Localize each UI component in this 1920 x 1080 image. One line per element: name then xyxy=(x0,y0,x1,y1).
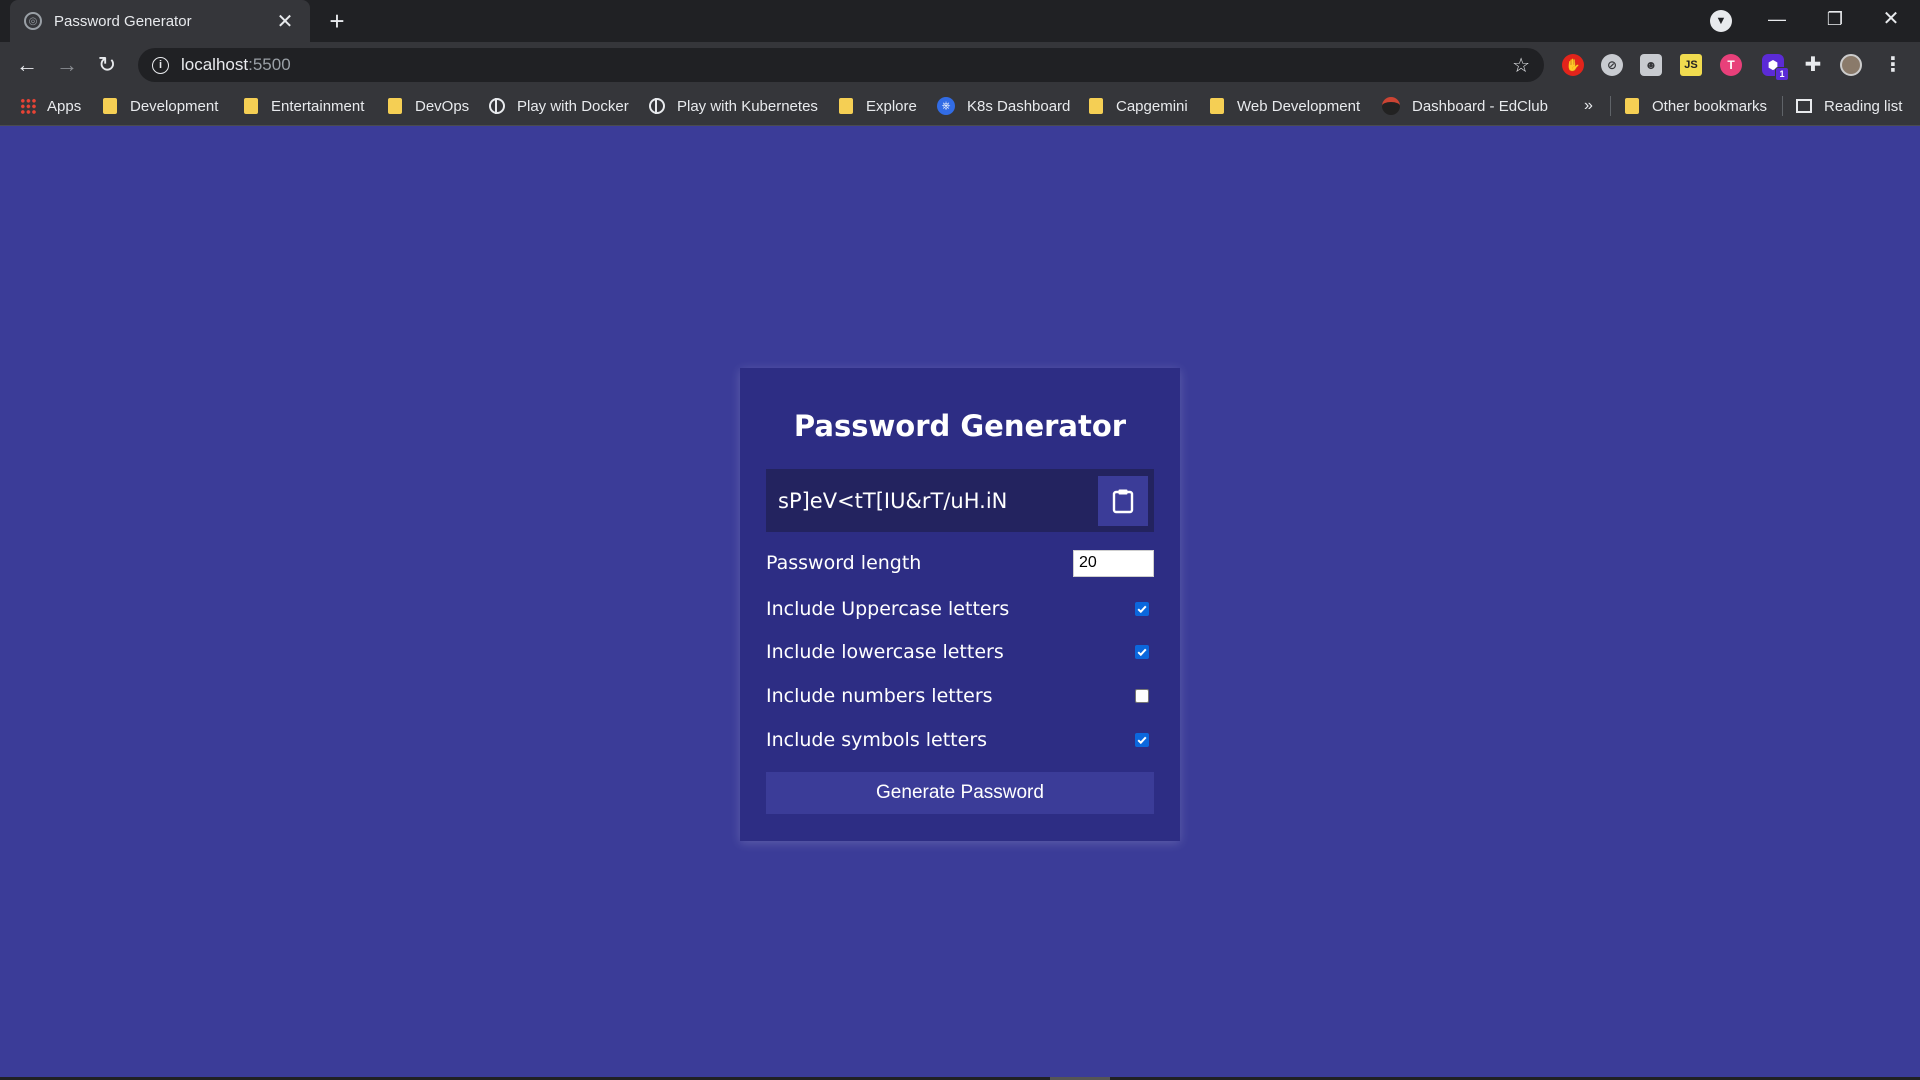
bookmark-label: Play with Docker xyxy=(517,97,629,115)
bookmark-label: DevOps xyxy=(415,97,470,115)
forward-arrow-icon[interactable]: → xyxy=(52,50,82,80)
browser-tab-strip: ◎ Password Generator ✕ + ▼ — ❐ ✕ xyxy=(0,0,1920,42)
lowercase-checkbox[interactable] xyxy=(1135,645,1149,659)
symbols-setting: Include symbols letters xyxy=(766,726,1154,754)
bookmark-dashboard-edclub[interactable]: Dashboard - EdClub xyxy=(1382,88,1548,124)
site-info-icon[interactable]: i xyxy=(152,56,169,74)
bookmarks-divider xyxy=(1610,96,1611,116)
clipboard-icon xyxy=(1112,489,1134,513)
uppercase-label: Include Uppercase letters xyxy=(766,598,1010,620)
bookmark-label: K8s Dashboard xyxy=(967,97,1071,115)
close-window-button[interactable]: ✕ xyxy=(1862,0,1920,40)
browser-tab[interactable]: ◎ Password Generator ✕ xyxy=(10,0,310,42)
bookmarks-bar: Apps Development Entertainment DevOps Pl… xyxy=(0,88,1920,126)
t-extension-icon[interactable]: T xyxy=(1720,54,1742,76)
address-bar[interactable]: i localhost:5500 ☆ xyxy=(138,48,1544,82)
checkmark-icon xyxy=(1137,736,1147,745)
bookmarks-overflow-button[interactable]: » xyxy=(1584,88,1593,124)
uppercase-checkbox[interactable] xyxy=(1135,602,1149,616)
browser-toolbar: ← → ↻ i localhost:5500 ☆ ✋ ⊘ ☻ JS T ⬢ 1 ✚… xyxy=(0,42,1920,88)
edclub-icon xyxy=(1382,97,1400,115)
password-generator-card: Password Generator sP]eV<tT[IU&rT/uH.iN … xyxy=(740,368,1180,841)
ghost-extension-icon[interactable]: ☻ xyxy=(1640,54,1662,76)
bookmark-apps[interactable]: Apps xyxy=(20,88,81,124)
new-tab-button[interactable]: + xyxy=(322,6,352,36)
symbols-checkbox[interactable] xyxy=(1135,733,1149,747)
bookmark-label: Dashboard - EdClub xyxy=(1412,97,1548,115)
tab-close-icon[interactable]: ✕ xyxy=(274,9,296,34)
bookmark-label: Apps xyxy=(47,97,82,115)
bookmark-entertainment[interactable]: Entertainment xyxy=(244,88,364,124)
password-length-setting: Password length xyxy=(766,549,1154,577)
profile-avatar[interactable] xyxy=(1840,54,1862,76)
reload-icon[interactable]: ↻ xyxy=(92,50,122,80)
url-host: localhost xyxy=(181,55,249,74)
password-result-container: sP]eV<tT[IU&rT/uH.iN xyxy=(766,469,1154,532)
bookmark-label: Play with Kubernetes xyxy=(677,97,818,115)
kubernetes-icon: ⎈ xyxy=(937,97,955,115)
bookmarks-divider xyxy=(1782,96,1783,116)
bookmark-capgemini[interactable]: Capgemini xyxy=(1089,88,1188,124)
symbols-label: Include symbols letters xyxy=(766,729,988,751)
js-extension-icon[interactable]: JS xyxy=(1680,54,1702,76)
bookmark-other-bookmarks[interactable]: Other bookmarks xyxy=(1625,88,1767,124)
folder-icon xyxy=(1089,98,1103,114)
hexagon-extension-icon[interactable]: ⬢ 1 xyxy=(1762,54,1789,81)
bookmark-play-with-kubernetes[interactable]: Play with Kubernetes xyxy=(649,88,818,124)
numbers-checkbox[interactable] xyxy=(1135,689,1149,703)
bookmark-play-with-docker[interactable]: Play with Docker xyxy=(489,88,629,124)
bookmark-label: Web Development xyxy=(1237,97,1361,115)
copy-to-clipboard-button[interactable] xyxy=(1098,475,1148,526)
generate-password-button[interactable]: Generate Password xyxy=(766,772,1154,814)
numbers-setting: Include numbers letters xyxy=(766,682,1154,710)
uppercase-setting: Include Uppercase letters xyxy=(766,595,1154,623)
generated-password: sP]eV<tT[IU&rT/uH.iN xyxy=(778,488,1008,513)
extension-badge: 1 xyxy=(1775,67,1789,81)
browser-menu-icon[interactable]: ⋮ xyxy=(1882,54,1904,76)
folder-icon xyxy=(244,98,258,114)
bookmark-label: Development xyxy=(130,97,219,115)
bookmark-devops[interactable]: DevOps xyxy=(388,88,469,124)
bookmark-k8s-dashboard[interactable]: ⎈ K8s Dashboard xyxy=(937,88,1070,124)
reading-list-button[interactable]: Reading list xyxy=(1796,88,1902,124)
apps-grid-icon xyxy=(20,98,36,114)
folder-icon xyxy=(388,98,402,114)
bookmark-star-icon[interactable]: ☆ xyxy=(1512,53,1530,78)
folder-icon xyxy=(103,98,117,114)
page-title: Password Generator xyxy=(793,409,1127,443)
bookmark-development[interactable]: Development xyxy=(103,88,218,124)
reading-list-icon xyxy=(1796,99,1812,113)
adblock-extension-icon[interactable]: ✋ xyxy=(1562,54,1584,76)
bookmark-explore[interactable]: Explore xyxy=(839,88,917,124)
extensions-puzzle-icon[interactable]: ✚ xyxy=(1802,54,1824,76)
folder-icon xyxy=(1210,98,1224,114)
globe-icon xyxy=(649,98,665,114)
bookmark-label: Entertainment xyxy=(271,97,365,115)
globe-icon xyxy=(489,98,505,114)
checkmark-icon xyxy=(1137,648,1147,657)
bookmark-web-development[interactable]: Web Development xyxy=(1210,88,1360,124)
bookmark-label: Other bookmarks xyxy=(1652,97,1768,115)
folder-icon xyxy=(839,98,853,114)
url-port: :5500 xyxy=(248,55,291,74)
bookmark-label: Capgemini xyxy=(1116,97,1188,115)
numbers-label: Include numbers letters xyxy=(766,685,993,707)
back-arrow-icon[interactable]: ← xyxy=(12,50,42,80)
reading-list-label: Reading list xyxy=(1824,97,1903,115)
lowercase-setting: Include lowercase letters xyxy=(766,638,1154,666)
blocker-extension-icon[interactable]: ⊘ xyxy=(1601,54,1623,76)
tab-search-icon[interactable]: ▼ xyxy=(1710,10,1732,32)
minimize-window-button[interactable]: — xyxy=(1748,0,1806,40)
tab-title: Password Generator xyxy=(54,12,192,30)
bookmark-label: Explore xyxy=(866,97,917,115)
folder-icon xyxy=(1625,98,1639,114)
lowercase-label: Include lowercase letters xyxy=(766,641,1004,663)
page-favicon-icon: ◎ xyxy=(24,12,42,30)
checkmark-icon xyxy=(1137,605,1147,614)
password-length-label: Password length xyxy=(766,552,922,574)
restore-window-button[interactable]: ❐ xyxy=(1806,0,1864,40)
password-length-input[interactable] xyxy=(1073,549,1154,577)
